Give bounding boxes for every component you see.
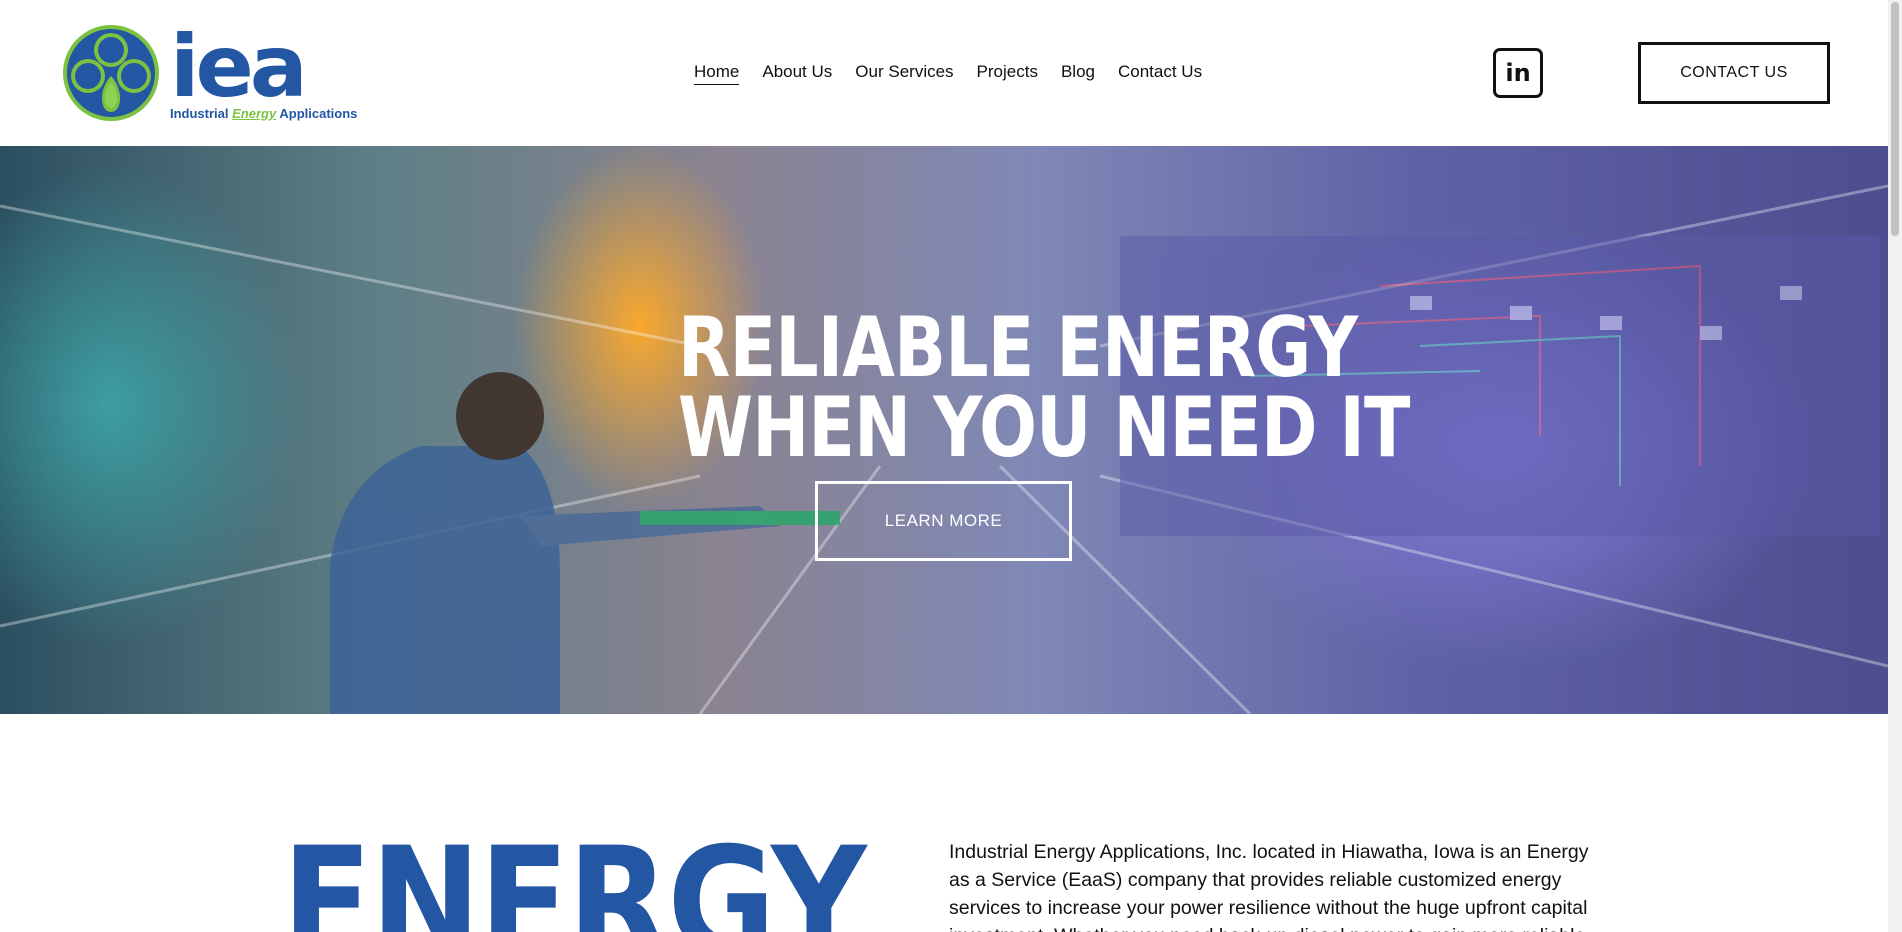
page-scrollbar[interactable] (1888, 0, 1902, 932)
main-nav: Home About Us Our Services Projects Blog… (694, 60, 1202, 85)
site-logo[interactable]: iea Industrial Energy Applications (62, 17, 357, 124)
intro-heading: ENERGY (282, 816, 867, 932)
learn-more-button[interactable]: LEARN MORE (815, 481, 1072, 561)
hero-banner: RELIABLE ENERGY WHEN YOU NEED IT LEARN M… (0, 146, 1888, 714)
logo-mark-icon (63, 25, 159, 121)
hero-title-line-2: WHEN YOU NEED IT (678, 379, 1410, 476)
hero-title: RELIABLE ENERGY WHEN YOU NEED IT (678, 306, 1410, 469)
scrollbar-thumb[interactable] (1891, 2, 1899, 236)
logo-tagline: Industrial Energy Applications (170, 106, 357, 121)
nav-item-blog[interactable]: Blog (1061, 60, 1095, 85)
nav-item-contact-us[interactable]: Contact Us (1118, 60, 1202, 85)
contact-us-button[interactable]: CONTACT US (1638, 42, 1830, 104)
nav-item-our-services[interactable]: Our Services (855, 60, 953, 85)
logo-tagline-prefix: Industrial (170, 106, 229, 121)
logo-tagline-suffix: Applications (279, 106, 358, 121)
nav-item-home[interactable]: Home (694, 60, 740, 85)
linkedin-icon[interactable]: in (1493, 48, 1543, 98)
logo-tagline-accent: Energy (232, 106, 277, 121)
linkedin-icon-glyph: in (1505, 59, 1531, 87)
site-header: iea Industrial Energy Applications Home … (0, 0, 1888, 146)
nav-item-projects[interactable]: Projects (977, 60, 1038, 85)
nav-item-about-us[interactable]: About Us (762, 60, 832, 85)
logo-letters: iea (170, 17, 308, 117)
intro-paragraph: Industrial Energy Applications, Inc. loc… (949, 841, 1589, 932)
